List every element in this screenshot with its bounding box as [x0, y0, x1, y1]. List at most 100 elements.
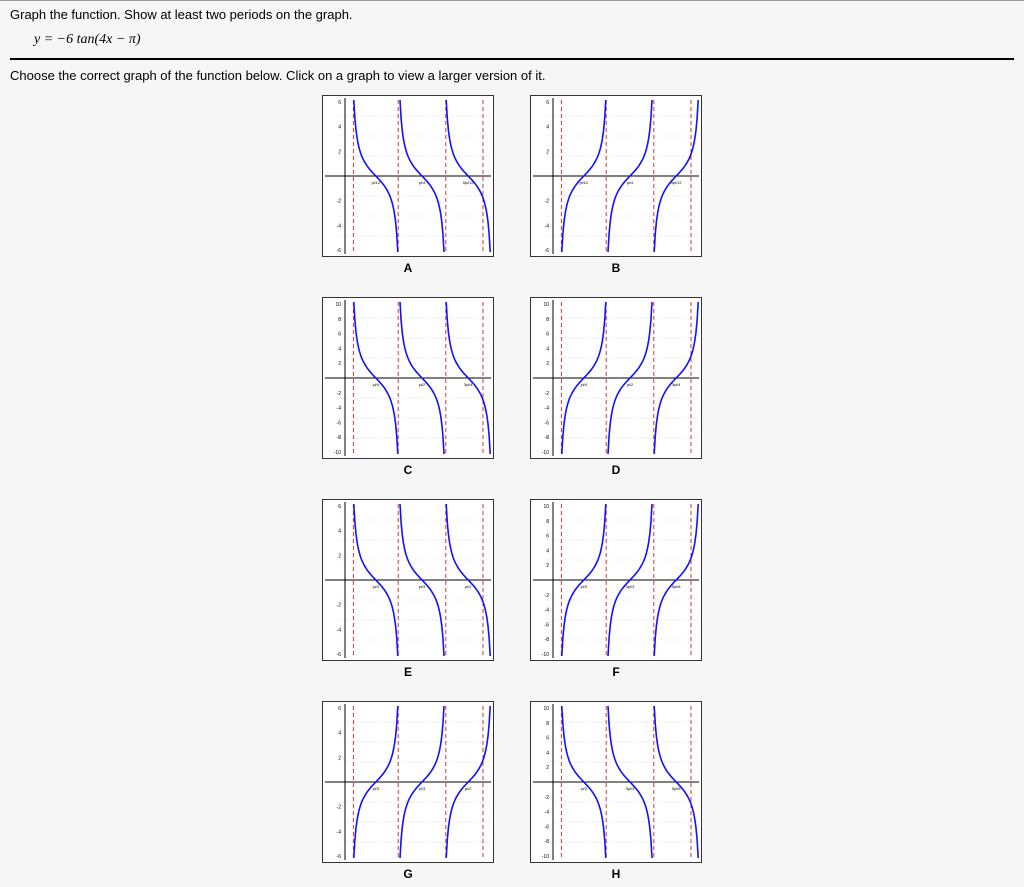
- svg-text:6: 6: [338, 100, 341, 106]
- svg-text:pi/2: pi/2: [465, 786, 472, 791]
- svg-text:2: 2: [338, 553, 341, 559]
- option-label: C: [322, 463, 494, 477]
- svg-text:10: 10: [543, 706, 549, 712]
- svg-text:pi/3: pi/3: [373, 786, 380, 791]
- svg-text:2: 2: [546, 765, 549, 771]
- svg-text:pi/4: pi/4: [419, 180, 426, 185]
- svg-text:6: 6: [546, 100, 549, 106]
- svg-text:2: 2: [546, 149, 549, 155]
- svg-text:pi/4: pi/4: [373, 382, 380, 387]
- svg-text:-6: -6: [545, 824, 550, 830]
- graph-option-a[interactable]: 642-2-4-6pi/12pi/45pi/12: [322, 95, 494, 257]
- svg-text:-10: -10: [542, 854, 549, 860]
- svg-text:pi/12: pi/12: [579, 180, 588, 185]
- svg-text:-4: -4: [545, 406, 550, 412]
- graph-option-c[interactable]: 108642-2-4-6-8-10pi/4pi/23pi/4: [322, 297, 494, 459]
- svg-text:-8: -8: [545, 637, 550, 643]
- graph-option-f[interactable]: 108642-2-4-6-8-10pi/33pi/35pi/8: [530, 499, 702, 661]
- svg-text:4: 4: [546, 125, 549, 131]
- svg-text:10: 10: [543, 302, 549, 308]
- svg-text:pi/3: pi/3: [581, 584, 588, 589]
- svg-text:-4: -4: [337, 627, 342, 633]
- svg-text:6: 6: [338, 706, 341, 712]
- svg-text:-2: -2: [545, 795, 550, 801]
- svg-text:-8: -8: [545, 839, 550, 845]
- svg-text:-6: -6: [337, 420, 342, 426]
- option-label: G: [322, 867, 494, 881]
- graph-option-e[interactable]: 6 4 2 -2 -4 -6 pi/3 pi/3 pi/2: [322, 499, 494, 661]
- svg-text:5pi/12: 5pi/12: [671, 180, 683, 185]
- svg-text:3pi/4: 3pi/4: [464, 382, 473, 387]
- svg-text:-2: -2: [545, 199, 550, 205]
- svg-text:3pi/3: 3pi/3: [626, 786, 635, 791]
- svg-text:4: 4: [338, 125, 341, 131]
- graph-option-h[interactable]: 10 8 6 4 2 -2 -4 -6 -8 -10 pi/3 3pi/3 5pi/8: [530, 701, 702, 863]
- svg-text:8: 8: [546, 519, 549, 525]
- svg-text:10: 10: [335, 302, 341, 308]
- svg-text:6: 6: [546, 332, 549, 338]
- svg-text:-2: -2: [545, 593, 550, 599]
- svg-text:4: 4: [546, 346, 549, 352]
- option-label: H: [530, 867, 702, 881]
- graph-option-d[interactable]: 108642-2-4-6-8-10pi/4pi/23pi/4: [530, 297, 702, 459]
- svg-text:6: 6: [546, 534, 549, 540]
- svg-text:-2: -2: [337, 805, 342, 811]
- svg-text:2: 2: [338, 149, 341, 155]
- option-label: B: [530, 261, 702, 275]
- svg-text:pi/2: pi/2: [465, 584, 472, 589]
- svg-text:pi/3: pi/3: [419, 786, 426, 791]
- divider: [10, 58, 1014, 60]
- svg-text:10: 10: [543, 504, 549, 510]
- svg-text:-4: -4: [545, 223, 550, 229]
- svg-text:8: 8: [338, 317, 341, 323]
- svg-text:-6: -6: [337, 854, 342, 860]
- svg-text:pi/3: pi/3: [373, 584, 380, 589]
- option-label: A: [322, 261, 494, 275]
- svg-text:6: 6: [338, 504, 341, 510]
- svg-text:6: 6: [338, 332, 341, 338]
- svg-text:-4: -4: [337, 829, 342, 835]
- svg-text:3pi/3: 3pi/3: [626, 584, 635, 589]
- svg-text:-10: -10: [542, 652, 549, 658]
- svg-text:pi/3: pi/3: [419, 584, 426, 589]
- option-label: E: [322, 665, 494, 679]
- svg-text:4: 4: [546, 750, 549, 756]
- question-instruction: Choose the correct graph of the function…: [10, 68, 1014, 83]
- option-label: D: [530, 463, 702, 477]
- svg-text:-2: -2: [545, 391, 550, 397]
- svg-text:-6: -6: [545, 420, 550, 426]
- svg-text:-10: -10: [334, 450, 341, 456]
- svg-text:5pi/8: 5pi/8: [672, 786, 681, 791]
- svg-text:-10: -10: [542, 450, 549, 456]
- svg-text:-2: -2: [337, 391, 342, 397]
- svg-text:6: 6: [546, 736, 549, 742]
- svg-text:4: 4: [338, 346, 341, 352]
- svg-text:-6: -6: [337, 248, 342, 254]
- svg-text:2: 2: [338, 755, 341, 761]
- svg-text:-4: -4: [545, 608, 550, 614]
- svg-text:-4: -4: [545, 810, 550, 816]
- svg-text:4: 4: [546, 548, 549, 554]
- graph-option-g[interactable]: 6 4 2 -2 -4 -6 pi/3 pi/3 pi/2: [322, 701, 494, 863]
- graph-options-grid: 642-2-4-6pi/12pi/45pi/12A642-2-4-6pi/12p…: [322, 95, 702, 881]
- svg-text:-6: -6: [337, 652, 342, 658]
- svg-text:pi/4: pi/4: [627, 180, 634, 185]
- svg-text:8: 8: [546, 721, 549, 727]
- svg-text:-8: -8: [545, 435, 550, 441]
- svg-text:pi/3: pi/3: [581, 786, 588, 791]
- svg-text:-4: -4: [337, 406, 342, 412]
- svg-text:2: 2: [546, 563, 549, 569]
- svg-text:4: 4: [338, 731, 341, 737]
- svg-text:-8: -8: [337, 435, 342, 441]
- svg-text:-4: -4: [337, 223, 342, 229]
- svg-text:pi/2: pi/2: [627, 382, 634, 387]
- svg-text:8: 8: [546, 317, 549, 323]
- graph-option-b[interactable]: 642-2-4-6pi/12pi/45pi/12: [530, 95, 702, 257]
- svg-text:5pi/12: 5pi/12: [463, 180, 475, 185]
- question-prompt: Graph the function. Show at least two pe…: [10, 7, 1014, 22]
- svg-text:-2: -2: [337, 603, 342, 609]
- svg-text:pi/4: pi/4: [581, 382, 588, 387]
- svg-text:4: 4: [338, 529, 341, 535]
- svg-text:3pi/4: 3pi/4: [672, 382, 681, 387]
- svg-text:2: 2: [338, 361, 341, 367]
